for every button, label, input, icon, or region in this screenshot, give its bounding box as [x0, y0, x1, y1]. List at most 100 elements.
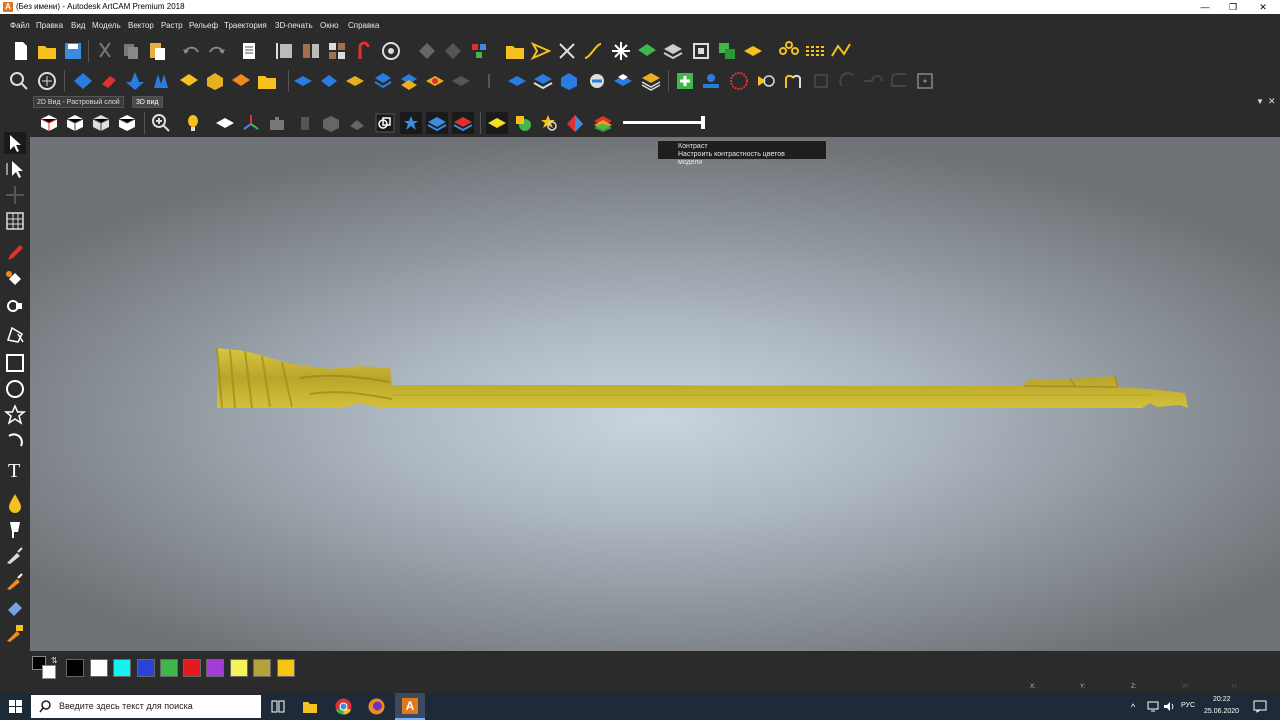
disabled-bracket-icon[interactable] [888, 70, 910, 92]
layer-stack-icon[interactable] [640, 70, 662, 92]
tray-date[interactable]: 25.06.2020 [1204, 708, 1239, 715]
tab-close-icon[interactable]: ✕ [1268, 96, 1276, 107]
green-relief-icon[interactable] [636, 40, 658, 62]
contrast-slider-thumb[interactable] [701, 116, 705, 129]
rectangle-tool-icon[interactable] [4, 352, 26, 374]
menu-edit[interactable]: Правка [36, 20, 63, 32]
yellow-relief-icon[interactable] [742, 40, 764, 62]
disabled-square-icon[interactable] [810, 70, 832, 92]
tab-2d-view[interactable]: 2D Вид - Растровый слой [33, 96, 124, 108]
network-icon[interactable] [1147, 701, 1159, 712]
undo-icon[interactable] [180, 40, 202, 62]
tab-menu-icon[interactable]: ▼ [1256, 97, 1264, 106]
blue-box-icon[interactable] [558, 70, 580, 92]
taskbar-search-box[interactable]: Введите здесь текст для поиска [31, 695, 261, 718]
tab-3d-view[interactable]: 3D вид [132, 96, 163, 108]
transform-icon[interactable] [556, 40, 578, 62]
lightbulb-icon[interactable] [182, 112, 204, 134]
blue-layer-toggle-icon[interactable] [426, 112, 448, 134]
new-file-icon[interactable] [10, 40, 32, 62]
menu-model[interactable]: Модель [92, 20, 121, 32]
blue-plane-icon[interactable] [292, 70, 314, 92]
wide-brush-icon[interactable] [4, 622, 26, 644]
polyline-tool-icon[interactable] [4, 324, 26, 346]
blue-spikes-icon[interactable] [150, 70, 172, 92]
view-side-icon[interactable] [90, 112, 112, 134]
file-explorer-icon[interactable] [302, 699, 318, 714]
frame-icon[interactable] [690, 40, 712, 62]
sculpt-icon[interactable] [36, 70, 58, 92]
palette-swatch-cyan[interactable] [113, 659, 131, 677]
yellow-block-icon[interactable] [204, 70, 226, 92]
blue-layers-icon[interactable] [532, 70, 554, 92]
add-relief-icon[interactable] [674, 70, 696, 92]
slice-icon[interactable] [478, 70, 500, 92]
disabled-arc-icon[interactable] [838, 70, 860, 92]
blue-stack-icon[interactable] [372, 70, 394, 92]
view-top-icon[interactable] [116, 112, 138, 134]
contrast-slider-track[interactable] [623, 121, 705, 124]
palette-swatch-red[interactable] [183, 659, 201, 677]
vector-node-icon[interactable] [416, 40, 438, 62]
polyline-icon[interactable] [830, 40, 852, 62]
stack-icon[interactable] [662, 40, 684, 62]
orange-relief-icon[interactable] [230, 70, 252, 92]
folder-star-icon[interactable] [256, 70, 278, 92]
star-burst-icon[interactable] [610, 40, 632, 62]
disabled-curve-icon[interactable] [862, 70, 884, 92]
blue-diamond-icon[interactable] [72, 70, 94, 92]
save-icon[interactable] [62, 40, 84, 62]
draw-vectors-icon[interactable] [374, 112, 396, 134]
palette-swatch-white[interactable] [90, 659, 108, 677]
merge-icon[interactable] [398, 70, 420, 92]
grey-relief-icon[interactable] [450, 70, 472, 92]
menu-toolpath[interactable]: Траектория [224, 20, 267, 32]
task-view-icon[interactable] [271, 700, 285, 713]
menu-vector[interactable]: Вектор [128, 20, 154, 32]
grey-box-icon[interactable] [320, 112, 342, 134]
color-stack-icon[interactable] [592, 112, 614, 134]
restore-button[interactable]: ❐ [1218, 0, 1248, 14]
blue-star-icon[interactable] [400, 112, 422, 134]
firefox-icon[interactable] [368, 698, 385, 715]
palette-swatch-purple[interactable] [206, 659, 224, 677]
gold-plane-icon[interactable] [344, 70, 366, 92]
circle-tool-icon[interactable] [4, 378, 26, 400]
send-icon[interactable] [530, 40, 552, 62]
shapes-icon[interactable] [512, 112, 534, 134]
blue-wave-icon[interactable] [318, 70, 340, 92]
swap-colors-icon[interactable]: ⇅ [51, 656, 58, 665]
spike-icon[interactable] [124, 70, 146, 92]
menu-view[interactable]: Вид [71, 20, 85, 32]
view-front-icon[interactable] [64, 112, 86, 134]
secondary-color-swatch[interactable] [42, 665, 56, 679]
eraser-tool-icon[interactable] [4, 596, 26, 618]
menu-file[interactable]: Файл [10, 20, 30, 32]
paint-tool-icon[interactable] [4, 570, 26, 592]
shape-select-icon[interactable] [4, 294, 26, 316]
pencil-icon[interactable] [4, 242, 26, 264]
cut-icon[interactable] [94, 40, 116, 62]
rgb-shade-icon[interactable] [564, 112, 586, 134]
drop-tool-icon[interactable] [4, 492, 26, 514]
red-layer-toggle-icon[interactable] [452, 112, 474, 134]
menu-3d-print[interactable]: 3D-печать [275, 20, 313, 32]
palette-swatch-olive[interactable] [253, 659, 271, 677]
paste-icon[interactable] [146, 40, 168, 62]
red-eraser-icon[interactable] [98, 70, 120, 92]
arc-tool-icon[interactable] [4, 430, 26, 452]
palette-swatch-gold[interactable] [277, 659, 295, 677]
project-folder-icon[interactable] [504, 40, 526, 62]
texture-icon[interactable] [178, 70, 200, 92]
palette-swatch-green[interactable] [160, 659, 178, 677]
grey-blocks-icon[interactable] [346, 112, 368, 134]
notifications-icon[interactable] [1253, 700, 1267, 713]
text-tool-icon[interactable]: T [4, 458, 26, 480]
star-zoom-icon[interactable] [538, 112, 560, 134]
scale-relief-icon[interactable] [380, 40, 402, 62]
close-button[interactable]: ✕ [1248, 0, 1278, 14]
red-ring-icon[interactable] [424, 70, 446, 92]
palette-swatch-black[interactable] [66, 659, 84, 677]
select-arrow-icon[interactable] [4, 132, 26, 154]
red-mesh-icon[interactable] [728, 70, 750, 92]
